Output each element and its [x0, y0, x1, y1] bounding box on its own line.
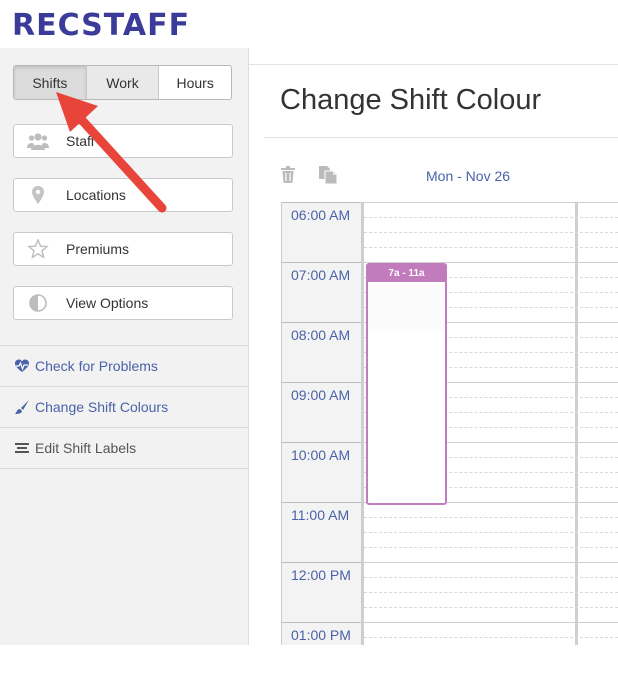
time-label: 10:00 AM	[291, 447, 351, 463]
star-icon	[27, 239, 49, 259]
premiums-button[interactable]: Premiums	[13, 232, 233, 266]
hour-line	[364, 562, 618, 563]
hour-line	[364, 622, 618, 623]
time-slot: 11:00 AM	[282, 502, 362, 563]
day-header: Mon - Nov 26	[426, 168, 511, 184]
quarter-line	[364, 217, 618, 218]
users-icon	[27, 133, 49, 150]
work-tab[interactable]: Work	[86, 66, 160, 99]
shift-body	[368, 283, 445, 331]
day-column-border	[575, 202, 578, 645]
text-lines-icon	[15, 443, 29, 453]
time-label: 07:00 AM	[291, 267, 351, 283]
quarter-line	[364, 577, 618, 578]
change-shift-colours-link[interactable]: Change Shift Colours	[14, 399, 168, 415]
change-shift-colours-label: Change Shift Colours	[35, 399, 169, 415]
time-label: 09:00 AM	[291, 387, 351, 403]
quarter-line	[364, 607, 618, 608]
time-slot: 12:00 PM	[282, 562, 362, 623]
time-slot: 09:00 AM	[282, 382, 362, 443]
sidebar-divider	[0, 345, 248, 346]
quarter-line	[364, 247, 618, 248]
time-column: 06:00 AM 07:00 AM 08:00 AM 09:00 AM 10:0…	[281, 202, 362, 645]
hour-line	[364, 202, 618, 203]
staff-label: Staff	[66, 133, 95, 149]
contrast-icon	[29, 294, 47, 312]
shift-label: 7a - 11a	[368, 265, 445, 282]
sidebar-divider	[0, 468, 248, 469]
quarter-line	[364, 232, 618, 233]
panel-top-border	[249, 64, 618, 65]
view-mode-switch: Shifts Work Hours	[13, 65, 232, 100]
view-options-button[interactable]: View Options	[13, 286, 233, 320]
time-label: 11:00 AM	[291, 507, 350, 523]
quarter-line	[364, 592, 618, 593]
time-label: 01:00 PM	[291, 627, 351, 643]
locations-label: Locations	[66, 187, 126, 203]
heartbeat-icon	[15, 359, 29, 372]
sidebar-divider	[0, 427, 248, 428]
time-slot: 07:00 AM	[282, 262, 362, 323]
time-slot: 06:00 AM	[282, 202, 362, 263]
hours-tab[interactable]: Hours	[159, 66, 231, 99]
time-label: 12:00 PM	[291, 567, 351, 583]
calendar-grid: 06:00 AM 07:00 AM 08:00 AM 09:00 AM 10:0…	[281, 202, 618, 645]
time-slot: 08:00 AM	[282, 322, 362, 383]
check-problems-label: Check for Problems	[35, 358, 158, 374]
staff-button[interactable]: Staff	[13, 124, 233, 158]
edit-shift-labels-label: Edit Shift Labels	[35, 440, 137, 456]
shift-block[interactable]: 7a - 11a	[366, 263, 447, 505]
map-pin-icon	[32, 186, 44, 204]
edit-shift-labels-link[interactable]: Edit Shift Labels	[14, 440, 136, 456]
paint-brush-icon	[15, 400, 29, 414]
app-header: RECSTAFF	[0, 0, 618, 48]
locations-button[interactable]: Locations	[13, 178, 233, 212]
shifts-tab[interactable]: Shifts	[14, 66, 87, 99]
time-column-border	[361, 202, 364, 645]
time-slot: 10:00 AM	[282, 442, 362, 503]
time-slot: 01:00 PM	[282, 622, 362, 683]
sidebar: Shifts Work Hours Staff Locations Premiu…	[0, 48, 249, 645]
sidebar-divider	[0, 386, 248, 387]
quarter-line	[364, 532, 618, 533]
title-divider	[264, 137, 618, 138]
quarter-line	[364, 637, 618, 638]
quarter-line	[364, 547, 618, 548]
check-problems-link[interactable]: Check for Problems	[14, 358, 158, 374]
time-label: 08:00 AM	[291, 327, 351, 343]
premiums-label: Premiums	[66, 241, 130, 257]
copy-icon[interactable]	[318, 165, 338, 185]
trash-icon[interactable]	[280, 166, 296, 184]
app-logo: RECSTAFF	[12, 8, 191, 43]
page-title: Change Shift Colour	[280, 84, 542, 116]
time-label: 06:00 AM	[291, 207, 351, 223]
view-options-label: View Options	[66, 295, 149, 311]
quarter-line	[364, 517, 618, 518]
